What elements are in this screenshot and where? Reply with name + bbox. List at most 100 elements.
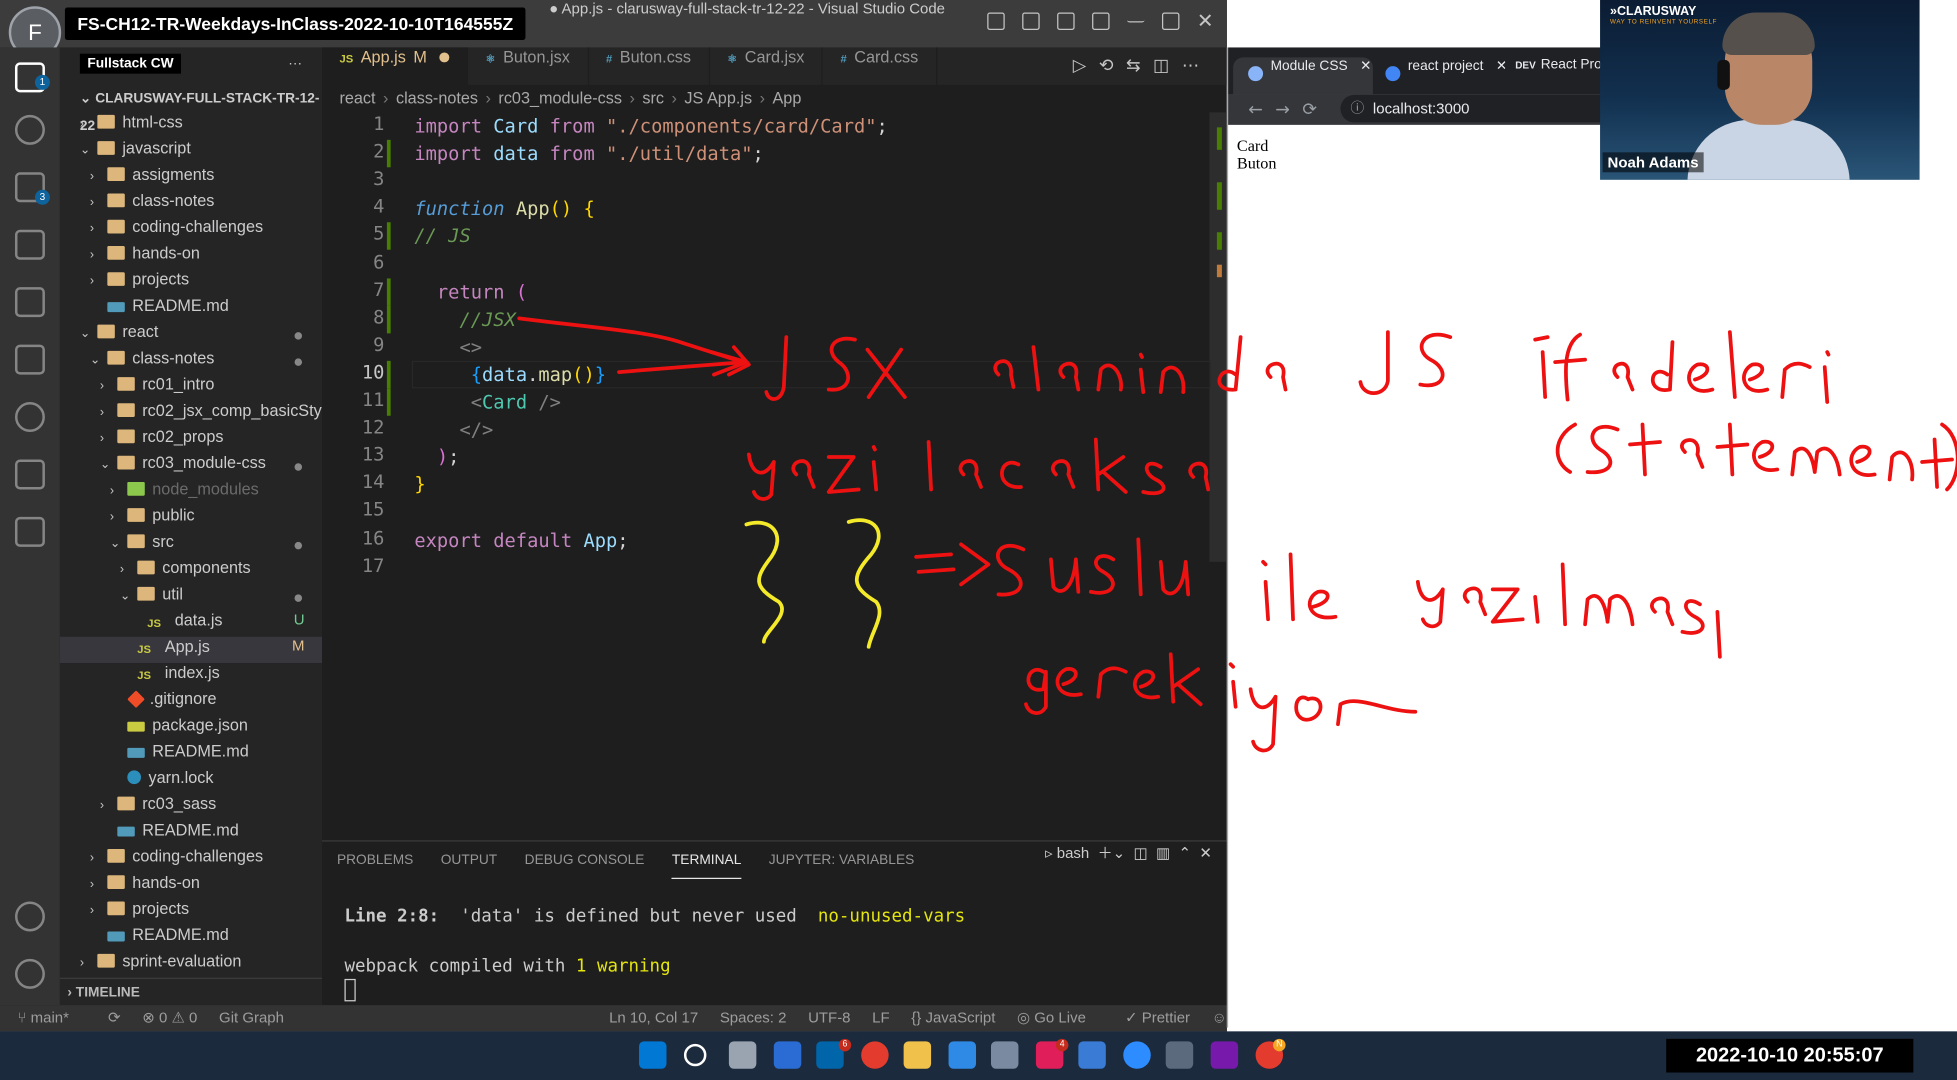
tree-item[interactable]: › rc01_intro (60, 375, 322, 401)
code-line[interactable]: <Card /> (414, 388, 561, 415)
tree-item[interactable]: .gitignore (60, 689, 322, 715)
toggle-secondary-sidebar-icon[interactable] (1057, 12, 1075, 30)
live-share-icon[interactable] (14, 402, 45, 433)
notebook-icon[interactable] (14, 516, 45, 547)
accounts-icon[interactable] (14, 901, 45, 932)
panel-tab[interactable]: OUTPUT (441, 842, 497, 879)
toggle-sidebar-icon[interactable] (987, 12, 1005, 30)
tree-item[interactable]: › components (60, 558, 322, 584)
browser-tab-module-css[interactable]: Module CSS ✕ (1233, 57, 1373, 95)
tree-item[interactable]: ⌄ rc03_module-css (60, 453, 322, 479)
code-line[interactable]: // JS (414, 223, 470, 250)
code-line[interactable]: return ( (414, 278, 527, 305)
breadcrumb-item[interactable]: JS App.js (684, 89, 752, 108)
editor-tab[interactable]: # Card.css (823, 47, 938, 85)
workspace-root[interactable]: ⌄ CLARUSWAY-FULL-STACK-TR-12-22 (60, 85, 322, 133)
code-line[interactable]: {data.map()} (414, 361, 606, 388)
widgets-icon[interactable] (773, 1041, 802, 1069)
encoding[interactable]: UTF-8 (808, 1009, 850, 1026)
split-terminal-icon[interactable]: ◫ (1133, 844, 1147, 861)
close-icon[interactable]: ✕ (1197, 11, 1214, 31)
store-icon[interactable] (990, 1041, 1019, 1069)
editor-actions[interactable]: ▷⟲⇆◫⋯ (1073, 47, 1212, 84)
code-line[interactable]: ); (414, 443, 460, 470)
tree-item[interactable]: ⌄ class-notes (60, 348, 322, 374)
tree-item[interactable]: ⌄ javascript (60, 139, 322, 165)
task-view-icon[interactable] (728, 1041, 757, 1069)
git-graph-button[interactable]: Git Graph (219, 1009, 284, 1026)
editor-tab[interactable]: ⚛ Buton.jsx (468, 47, 589, 85)
tree-item[interactable]: README.md (60, 742, 322, 768)
code-line[interactable]: } (414, 471, 425, 498)
tree-item[interactable]: › hands-on (60, 243, 322, 269)
tree-item[interactable]: JS data.js U (60, 611, 322, 637)
tree-item[interactable]: › node_modules (60, 479, 322, 505)
browser-nav-buttons[interactable]: ←→⟳ (1248, 95, 1329, 125)
tree-item[interactable]: › rc02_props (60, 427, 322, 453)
new-terminal-button[interactable]: ＋⌄ (1093, 844, 1129, 861)
tree-item[interactable]: › coding-challenges (60, 217, 322, 243)
code-line[interactable]: import Card from "./components/card/Card… (414, 112, 887, 139)
tree-item[interactable]: › rc03_sass (60, 794, 322, 820)
terminal-output[interactable]: Line 2:8: 'data' is defined but never us… (344, 904, 965, 1004)
panel-tab[interactable]: DEBUG CONSOLE (525, 842, 645, 879)
chrome-icon[interactable] (861, 1041, 889, 1069)
minimize-icon[interactable] (1127, 12, 1145, 23)
git-app-icon[interactable] (1165, 1041, 1194, 1069)
tree-item[interactable]: › rc02_jsx_comp_basicStyl... (60, 401, 322, 427)
go-live-button[interactable]: ◎ Go Live (1017, 1009, 1103, 1026)
tree-item[interactable]: ⌄ util (60, 584, 322, 610)
editor-scrollbar[interactable] (1209, 112, 1227, 562)
tree-item[interactable]: › projects (60, 270, 322, 296)
tree-item[interactable]: › class-notes (60, 191, 322, 217)
breadcrumb-item[interactable]: class-notes (396, 89, 478, 108)
breadcrumb-item[interactable]: react (339, 89, 375, 108)
maximize-icon[interactable] (1161, 12, 1180, 30)
trash-icon[interactable]: ▥ (1152, 844, 1174, 861)
git-branch[interactable]: ⑂ main* (17, 1009, 86, 1026)
end-of-line[interactable]: LF (872, 1009, 889, 1026)
tree-item[interactable]: › projects (60, 899, 322, 925)
close-tab-icon[interactable]: ✕ (1496, 59, 1505, 74)
search-icon[interactable] (14, 114, 45, 145)
tree-item[interactable]: › assigments (60, 165, 322, 191)
run-debug-icon[interactable] (14, 229, 45, 260)
tree-item[interactable]: yarn.lock (60, 768, 322, 794)
tree-item[interactable]: JS index.js (60, 663, 322, 689)
code-line[interactable]: export default App; (414, 526, 628, 553)
code-line[interactable]: //JSX (414, 306, 515, 333)
timeline-section[interactable]: › TIMELINE (59, 977, 323, 1005)
editor-tab[interactable]: JS App.js M (322, 47, 469, 85)
remote-explorer-icon[interactable] (14, 459, 45, 490)
editor-tab[interactable]: ⚛ Card.jsx (710, 47, 824, 85)
zoom-icon[interactable] (1123, 1041, 1151, 1069)
photos-icon[interactable] (1078, 1041, 1106, 1069)
file-explorer-icon[interactable] (903, 1041, 932, 1069)
code-line[interactable]: import data from "./util/data"; (414, 140, 763, 167)
editor-tab[interactable]: # Buton.css (589, 47, 710, 85)
language-mode[interactable]: {} JavaScript (911, 1009, 995, 1026)
site-info-icon[interactable]: ⓘ (1350, 95, 1364, 122)
cursor-position[interactable]: Ln 10, Col 17 (609, 1009, 698, 1026)
tree-item[interactable]: README.md (60, 296, 322, 322)
indentation[interactable]: Spaces: 2 (720, 1009, 787, 1026)
breadcrumb-item[interactable]: src (642, 89, 664, 108)
sync-icon[interactable]: ⟳ (108, 1009, 121, 1026)
toggle-panel-icon[interactable] (1022, 12, 1040, 30)
tree-item[interactable]: README.md (60, 820, 322, 846)
panel-tab[interactable]: TERMINAL (671, 842, 742, 880)
panel-tab[interactable]: PROBLEMS (337, 842, 413, 879)
terminal-shell-label[interactable]: bash (1057, 844, 1089, 861)
settings-gear-icon[interactable] (14, 958, 45, 989)
tree-item[interactable]: › coding-challenges (60, 847, 322, 873)
tree-item[interactable]: › html-css (60, 112, 322, 138)
prettier-status[interactable]: ✓ Prettier (1125, 1009, 1190, 1026)
breadcrumb-item[interactable]: App (772, 89, 801, 108)
search-taskbar-icon[interactable] (683, 1043, 707, 1067)
tree-item[interactable]: ⌄ src (60, 532, 322, 558)
tree-item[interactable]: › hands-on (60, 873, 322, 899)
tree-item[interactable]: JS App.js M (59, 636, 323, 664)
tree-item[interactable]: › public (60, 506, 322, 532)
maximize-panel-icon[interactable]: ⌃ (1178, 844, 1191, 861)
tree-item[interactable]: README.md (60, 925, 322, 951)
